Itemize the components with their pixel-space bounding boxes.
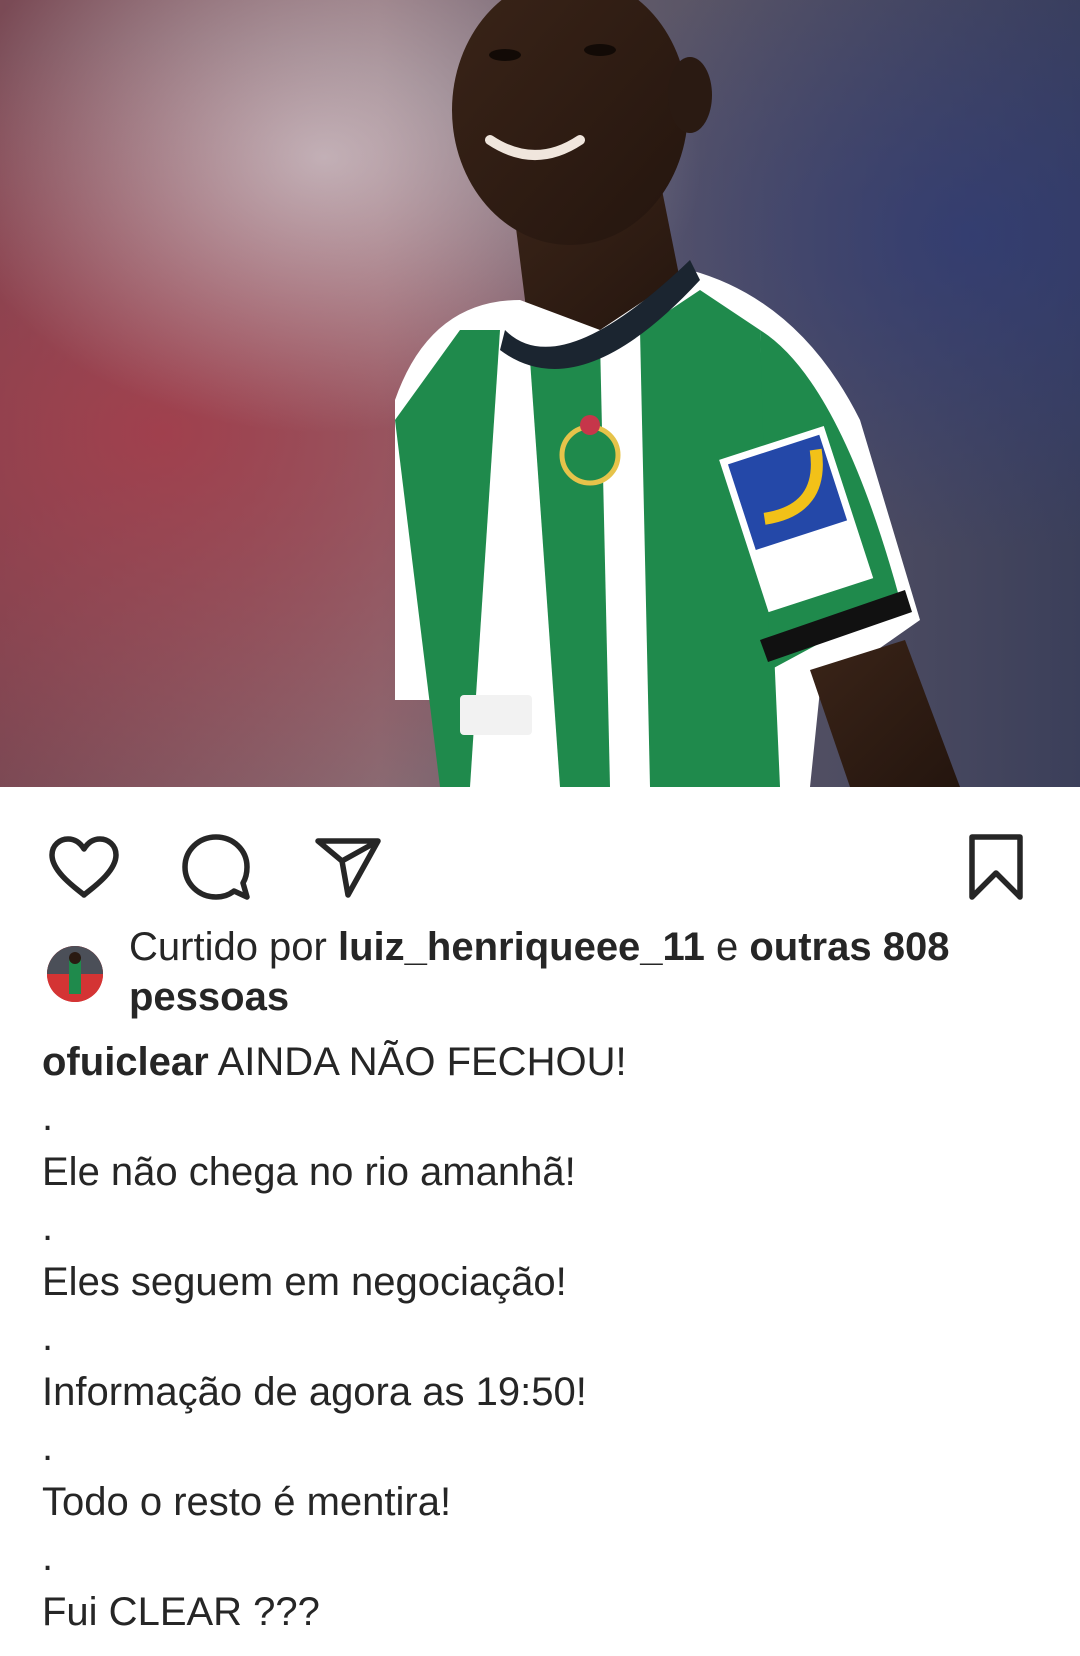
caption-line: Eles seguem em negociação!	[42, 1260, 567, 1304]
bookmark-icon	[969, 834, 1023, 900]
likes-suffix[interactable]: pessoas	[129, 975, 289, 1019]
save-button[interactable]	[956, 827, 1036, 907]
comment-icon	[182, 834, 250, 900]
liker-username[interactable]: luiz_henriqueee_11	[338, 925, 705, 969]
likes-prefix: Curtido por	[129, 925, 327, 969]
caption-line: Fui CLEAR ???	[42, 1590, 320, 1634]
caption-username[interactable]: ofuiclear	[42, 1040, 209, 1084]
player-photo-illustration	[0, 0, 1080, 787]
post-action-bar	[0, 787, 1080, 927]
caption-line: Informação de agora as 19:50!	[42, 1370, 587, 1414]
caption-line: .	[42, 1315, 54, 1359]
caption-headline-row: ofuiclear AINDA NÃO FECHOU!	[42, 1035, 1042, 1090]
likes-summary: Curtido por luiz_henriqueee_11 e outras …	[0, 922, 1080, 1032]
comment-button[interactable]	[176, 827, 256, 907]
caption-line: .	[42, 1535, 54, 1579]
post-caption: ofuiclear AINDA NÃO FECHOU! . Ele não ch…	[42, 1035, 1042, 1640]
liker-avatar[interactable]	[47, 946, 103, 1002]
caption-line: .	[42, 1425, 54, 1469]
caption-line: Todo o resto é mentira!	[42, 1480, 452, 1524]
likes-connector: e	[715, 925, 739, 969]
likes-others-count[interactable]: outras 808	[749, 925, 949, 969]
avatar-image	[47, 946, 103, 1002]
share-button[interactable]	[308, 827, 388, 907]
like-button[interactable]	[44, 827, 124, 907]
caption-headline: AINDA NÃO FECHOU!	[217, 1040, 627, 1084]
send-icon	[315, 838, 381, 898]
caption-line: .	[42, 1095, 54, 1139]
likes-text: Curtido por luiz_henriqueee_11 e outras …	[129, 922, 1029, 1022]
caption-line: Ele não chega no rio amanhã!	[42, 1150, 576, 1194]
heart-icon	[49, 836, 119, 898]
post-photo[interactable]	[0, 0, 1080, 787]
caption-line: .	[42, 1205, 54, 1249]
